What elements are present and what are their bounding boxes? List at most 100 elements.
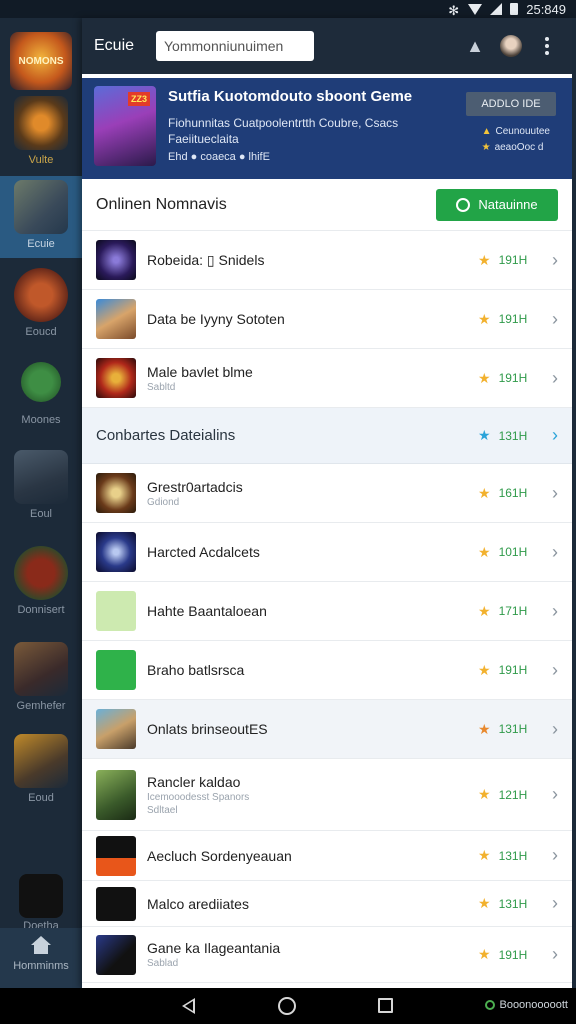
section-header: Onlinen Nomnavis Natauinne [82,179,572,231]
list-item[interactable]: Aecluch Sordenyeauan ★ 131H › [82,831,572,881]
rail-item-moones[interactable]: Moones [0,362,82,442]
donnisert-thumb-icon [14,546,68,600]
list-item[interactable]: Robeida: ▯ Snidels ★ 191H › [82,231,572,290]
doetha-thumb-icon [19,874,63,918]
star-icon: ★ [478,946,491,962]
list-item-title: Harcted Acdalcets [147,544,260,560]
rail-item-ecuie[interactable]: Ecuie [0,176,82,258]
home-icon [31,936,51,954]
category-header[interactable]: Conbartes Dateialins ★ 131H › [82,408,572,464]
list-item-subtitle: Sablad [147,958,179,969]
list-item[interactable]: Gane ka Ilageantania Sablad ★ 191H › [82,927,572,983]
signal-icon [490,3,503,15]
category-title: Conbartes Dateialins [96,427,236,444]
chevron-right-icon: › [552,482,558,503]
list-item-rating: 191H [498,947,528,962]
list-item[interactable]: Male bavlet blme Sabltd ★ 191H › [82,349,572,408]
section-action-button[interactable]: Natauinne [436,188,558,221]
back-icon[interactable] [182,998,195,1014]
list-item-rating: 171H [498,604,528,618]
list-item-title: Hahte Baantaloean [147,603,267,619]
wifi-icon [468,3,483,15]
rail-item-eoud[interactable]: Eoud [0,734,82,824]
list-item-rating: 131H [498,722,528,736]
list-item-subtitle: Icemooodesst Spanors [147,791,250,803]
profile-button[interactable] [498,33,524,59]
list-item[interactable]: Onlats brinseoutES ★ 131H › [82,700,572,759]
list-item[interactable]: Grestr0artadcis Gdiond ★ 161H › [82,464,572,523]
featured-game-art: ZZ3 [94,86,156,166]
game-thumb-icon [96,769,136,820]
gemhefer-thumb-icon [14,642,68,696]
chevron-right-icon: › [552,784,558,804]
list-item-rating: 191H [498,253,528,267]
star-icon: ★ [478,661,491,678]
chevron-right-icon: › [552,249,558,270]
rail-home-button[interactable]: Homminms [0,928,82,988]
star-icon: ★ [478,369,491,386]
star-icon: ★ [478,895,491,911]
list-item[interactable]: Rancler kaldao Icemooodesst Spanors Sdltae… [82,759,572,831]
home-circle-icon[interactable] [278,997,296,1015]
list-item[interactable]: Malco arediiates ★ 131H › [82,881,572,927]
chevron-right-icon: › [552,308,558,329]
star-icon: ★ [478,310,491,327]
list-item-rating: 191H [498,663,528,677]
system-nav-bar: Booonooooott [0,988,576,1024]
list-item-rating: 191H [498,312,528,326]
chat-bubble-icon [21,362,61,402]
scrollbar[interactable] [572,18,576,988]
rail-item-vulte[interactable]: Vulte [0,90,82,176]
list-item-rating: 101H [498,545,528,559]
star-icon: ★ [478,484,491,501]
list-item[interactable]: Harcted Acdalcets ★ 101H › [82,523,572,582]
banner-action-button[interactable]: ADDLO IDE [466,92,556,116]
banner-stat: aeaoOoc d [494,142,544,153]
status-time: 25:849 [526,1,566,17]
list-item-title: Malco arediiates [147,895,249,912]
rail-item-label: Ecuie [27,238,55,250]
list-item[interactable]: Hahte Baantaloean ★ 171H › [82,582,572,641]
section-action-label: Natauinne [478,197,538,212]
rail-item-eoul[interactable]: Eoul [0,450,82,540]
game-thumb-icon [96,591,136,631]
game-thumb-icon [96,709,136,749]
recents-icon[interactable] [378,998,393,1013]
nav-status-text: Booonooooott [499,999,568,1011]
more-options-icon[interactable] [534,33,560,59]
rail-item-doetha[interactable]: Doetha [0,874,82,934]
game-thumb-icon [96,473,136,513]
list-item-rating: 121H [498,787,528,802]
list-item-title: Grestr0artadcis [147,478,243,495]
chat-icon [456,197,471,212]
featured-banner[interactable]: ZZ3 Sutfia Kuotomdouto sboont Geme Fiohu… [82,78,572,179]
rail-item-eoucd[interactable]: Eoucd [0,268,82,348]
rail-item-donnisert[interactable]: Donnisert [0,546,82,636]
list-item-title: Aecluch Sordenyeauan [147,847,292,864]
top-app-bar: Ecuie ▲ [82,18,572,74]
status-dot-icon [485,1000,496,1010]
list-item-title: Male bavlet blme [147,363,253,380]
banner-stats: ▲ Ceunouutee ★ aeaoOoc d [482,124,550,156]
rail-item-gemhefer[interactable]: Gemhefer [0,642,82,732]
list-item-rating: 131H [498,896,528,911]
app-logo[interactable]: NOMONS [10,32,72,90]
list-item[interactable]: Data be Iyyny Sototen ★ 191H › [82,290,572,349]
list-item-subtitle: Sdltael [147,804,178,816]
list-item-title: Data be Iyyny Sototen [147,311,285,327]
game-thumb-icon [96,532,136,572]
eoud-thumb-icon [14,734,68,788]
vulte-thumb-icon [14,96,68,150]
chevron-right-icon: › [552,845,558,865]
list-item-subtitle: Gdiond [147,496,180,508]
search-input[interactable] [156,31,314,61]
game-thumb-icon [96,240,136,280]
game-thumb-icon [96,650,136,690]
home-icon[interactable]: ▲ [462,33,488,59]
featured-badge: ZZ3 [127,92,150,106]
rail-item-label: Moones [21,414,61,426]
list-item-title: Robeida: ▯ Snidels [147,251,265,268]
page-title: Ecuie [94,37,135,54]
list-item[interactable]: Braho batlsrsca ★ 191H › [82,641,572,700]
sidebar-rail: NOMONS Vulte Ecuie Eoucd Moones Eoul Don… [0,18,82,988]
